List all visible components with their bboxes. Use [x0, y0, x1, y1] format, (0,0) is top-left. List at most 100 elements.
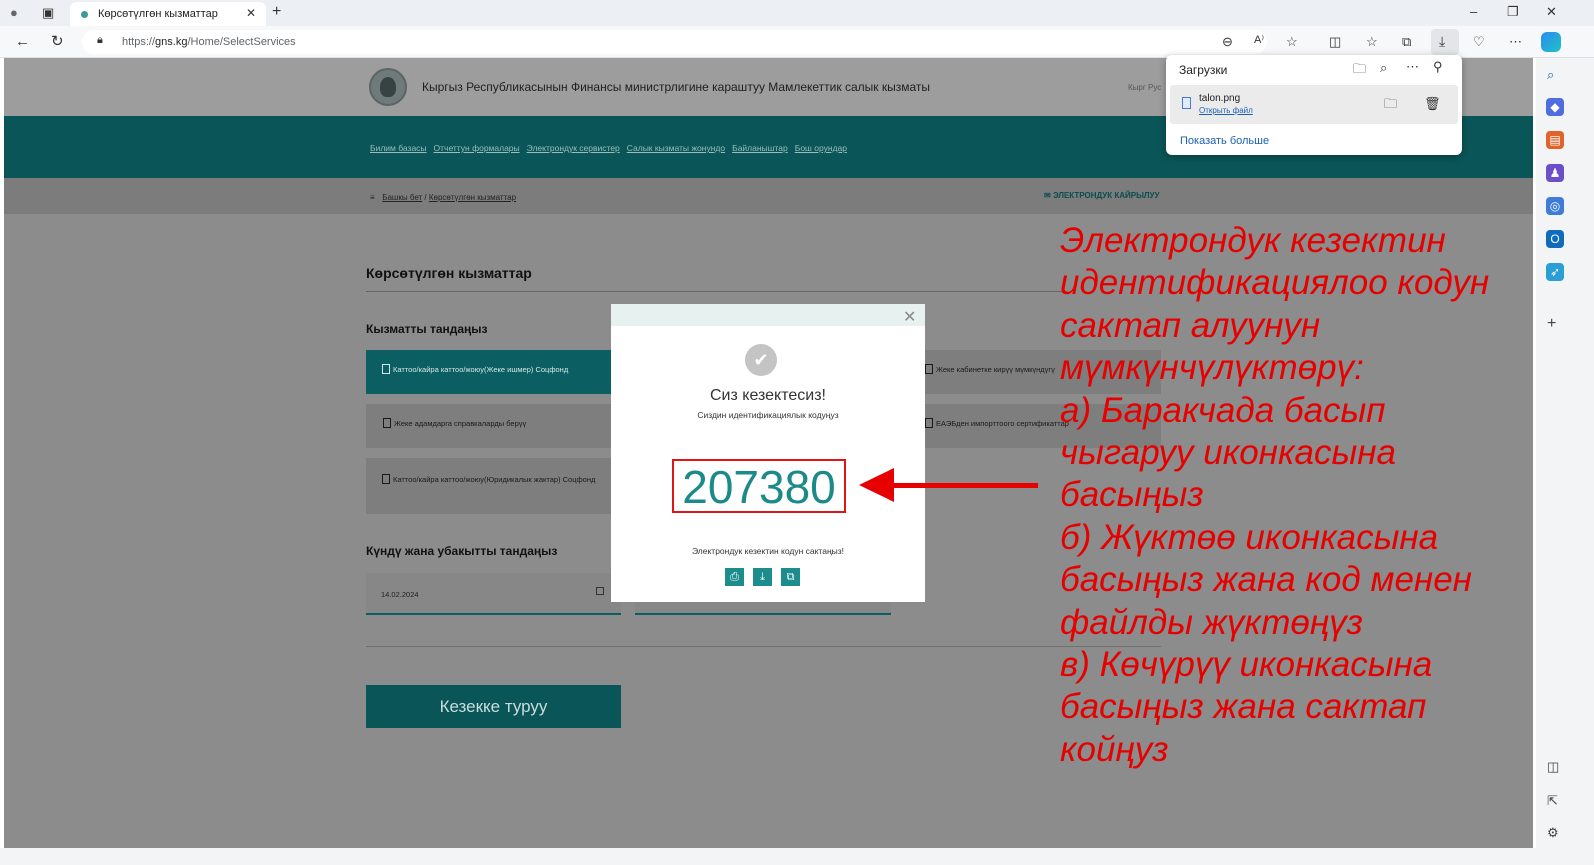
modal-header: [611, 304, 925, 326]
outlook-icon[interactable]: O: [1546, 230, 1564, 248]
microsoft365-icon[interactable]: ◎: [1546, 197, 1564, 215]
tab-title: Көрсөтүлгөн кызматтар: [98, 8, 218, 20]
e-appeal-link[interactable]: ✉ ЭЛЕКТРОНДУК КАЙРЫЛУУ: [1044, 191, 1160, 200]
external-link-icon[interactable]: ⇱: [1547, 794, 1558, 807]
browser-essentials-icon[interactable]: ♡: [1473, 35, 1485, 48]
annotation-text: Электрондук кезектин идентификациялоо ко…: [1060, 220, 1530, 771]
nav-about[interactable]: Салык кызматы жонундо: [627, 143, 725, 153]
save-code-prompt: Электрондук кезектин кодун сактаңыз!: [691, 546, 845, 556]
checkmark-icon: ✔: [745, 344, 777, 376]
close-window-icon[interactable]: ✕: [1546, 5, 1557, 18]
back-icon[interactable]: ←: [15, 34, 30, 49]
copy-icon[interactable]: ⧉: [781, 568, 800, 586]
download-file-name: talon.png: [1199, 93, 1241, 104]
tax-service-logo[interactable]: [369, 68, 407, 106]
show-in-folder-icon[interactable]: 🗀︎: [1384, 97, 1397, 110]
annotation-line: басыңыз жана код менен: [1060, 560, 1472, 600]
document-icon: [383, 418, 391, 428]
url-field[interactable]: 🔒︎ https://gns.kg/Home/SelectServices ⊖ …: [82, 30, 1298, 54]
image-file-icon: [1182, 97, 1191, 109]
annotation-line: басыңыз: [1060, 475, 1204, 515]
nav-contacts[interactable]: Байланыштар: [732, 143, 788, 153]
breadcrumb-separator: /: [424, 193, 427, 202]
sidebar-layout-icon[interactable]: ◫: [1547, 760, 1559, 773]
breadcrumb-home[interactable]: Башкы бет: [382, 193, 422, 202]
profile-icon[interactable]: ●: [10, 6, 18, 19]
games-icon[interactable]: ♟: [1546, 164, 1564, 182]
window-bottom-strip: [0, 848, 1536, 865]
more-options-icon[interactable]: ⋯: [1406, 60, 1419, 73]
modal-subtitle: Сиздин идентификациялык кодуңуз: [697, 410, 839, 420]
close-icon[interactable]: ✕: [903, 307, 916, 327]
pin-icon[interactable]: ⚲: [1433, 60, 1443, 73]
hamburger-icon[interactable]: ≡: [370, 193, 380, 202]
nav-knowledge-base[interactable]: Билим базасы: [370, 143, 427, 153]
document-icon: [382, 474, 390, 484]
code-highlight: 207380: [672, 459, 846, 513]
downloads-panel: Загрузки 🗀︎ ⌕ ⋯ ⚲ talon.png Открыть файл…: [1166, 55, 1462, 155]
favorites-icon[interactable]: ☆: [1366, 35, 1378, 48]
add-icon[interactable]: +: [1547, 316, 1556, 332]
site-favicon-icon: [81, 11, 88, 18]
printer-icon[interactable]: ⎙: [725, 568, 744, 586]
date-value: 14.02.2024: [381, 590, 419, 599]
annotation-arrow-shaft: [892, 483, 1038, 488]
document-icon: [925, 364, 933, 374]
collections-icon[interactable]: ⧉: [1402, 35, 1411, 48]
breadcrumb-current[interactable]: Көрсөтүлгөн кызматтар: [429, 193, 516, 202]
delete-icon[interactable]: 🗑︎: [1424, 97, 1441, 110]
annotation-arrow-head: [859, 468, 894, 502]
join-queue-button[interactable]: Кезекке туруу: [366, 685, 621, 728]
tab-active[interactable]: Көрсөтүлгөн кызматтар ✕: [70, 2, 266, 26]
favorite-star-icon[interactable]: ☆: [1286, 35, 1298, 48]
lock-icon[interactable]: 🔒︎: [97, 35, 103, 46]
refresh-icon[interactable]: ↻: [51, 34, 64, 49]
zoom-out-icon[interactable]: ⊖: [1222, 35, 1233, 48]
annotation-line: в) Көчүрүү иконкасына: [1060, 645, 1433, 685]
page-title: Көрсөтүлгөн кызматтар: [366, 265, 532, 281]
annotation-line: койңуз: [1060, 729, 1169, 769]
close-tab-icon[interactable]: ✕: [246, 7, 256, 19]
show-more-link[interactable]: Показать больше: [1180, 135, 1269, 147]
search-icon[interactable]: ⌕: [1547, 68, 1554, 81]
annotation-line: мүмкүнчүлүктөрү:: [1060, 348, 1364, 388]
language-switch[interactable]: Кырг Рус: [1128, 83, 1161, 92]
breadcrumb-bar: [4, 178, 1533, 214]
choose-datetime-label: Күндү жана убакытты тандаңыз: [366, 544, 558, 558]
restore-icon[interactable]: ❐: [1507, 5, 1519, 18]
drop-icon[interactable]: ➶: [1546, 263, 1564, 281]
service-option[interactable]: Жеке адамдарга справкаларды берүү: [366, 404, 611, 448]
annotation-line: чыгаруу иконкасына: [1060, 433, 1396, 473]
read-aloud-icon[interactable]: A⁾: [1254, 35, 1264, 46]
open-file-link[interactable]: Открыть файл: [1199, 106, 1253, 115]
annotation-line: файлды жүктөңүз: [1060, 602, 1363, 642]
document-icon: [382, 364, 390, 374]
annotation-line: Электрондук кезектин: [1060, 221, 1446, 260]
search-icon[interactable]: ⌕: [1380, 61, 1387, 74]
split-screen-icon[interactable]: ◫: [1329, 35, 1341, 48]
copilot-icon[interactable]: [1541, 32, 1561, 52]
open-folder-icon[interactable]: 🗀︎: [1353, 62, 1366, 75]
download-icon: ⤓: [1439, 33, 1446, 49]
tab-actions-icon[interactable]: ▣: [42, 6, 54, 19]
tools-icon[interactable]: ▤: [1546, 131, 1564, 149]
service-option-selected[interactable]: Каттоо/кайра каттоо/жоюу(Жеке ишмер) Соц…: [366, 350, 611, 394]
shopping-tag-icon[interactable]: ◆: [1546, 98, 1564, 116]
date-picker[interactable]: 14.02.2024: [366, 573, 621, 615]
annotation-line: а) Баракчада басып: [1060, 390, 1386, 430]
download-item[interactable]: talon.png Открыть файл 🗀︎ 🗑︎: [1170, 85, 1458, 124]
edge-sidebar: ⌕ ◆ ▤ ♟ ◎ O ➶ + ◫ ⇱ ⚙: [1536, 58, 1594, 865]
download-icon[interactable]: ⤓: [753, 568, 772, 586]
minimize-icon[interactable]: –: [1470, 5, 1477, 18]
document-icon: [925, 418, 933, 428]
nav-e-services[interactable]: Электрондук сервистер: [527, 143, 620, 153]
modal-title: Сиз кезектесиз!: [710, 387, 826, 404]
downloads-button[interactable]: ⤓: [1431, 29, 1459, 55]
new-tab-icon[interactable]: +: [272, 4, 281, 20]
nav-vacancies[interactable]: Бош орундар: [795, 143, 847, 153]
service-option[interactable]: Каттоо/кайра каттоо/жоюу(Юридикалык жакт…: [366, 458, 611, 514]
calendar-icon[interactable]: [596, 587, 604, 595]
menu-dots-icon[interactable]: ⋯: [1509, 35, 1522, 48]
settings-gear-icon[interactable]: ⚙: [1547, 826, 1559, 839]
nav-report-forms[interactable]: Отчеттун формалары: [434, 143, 520, 153]
